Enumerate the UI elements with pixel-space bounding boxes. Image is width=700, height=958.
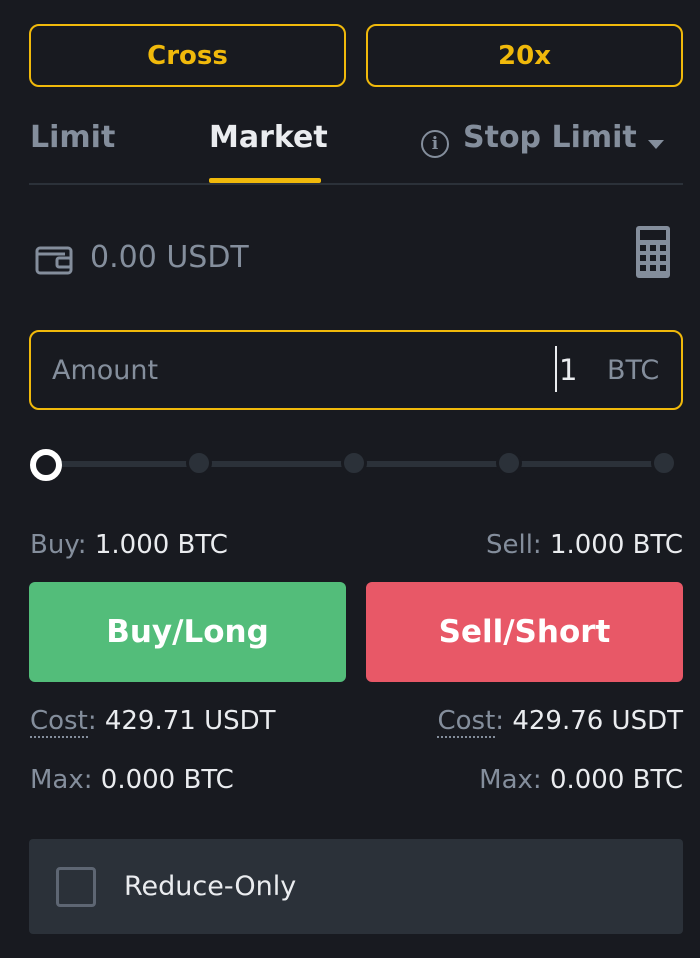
tab-stop-limit[interactable]: Stop Limit xyxy=(463,120,637,155)
calculator-icon[interactable] xyxy=(636,226,670,278)
sell-max-value: 0.000 BTC xyxy=(549,765,683,795)
buy-max-value: 0.000 BTC xyxy=(100,765,234,795)
buy-max-label: Max: xyxy=(30,765,93,795)
sell-cost-value: 429.76 USDT xyxy=(512,706,683,736)
tab-limit[interactable]: Limit xyxy=(30,120,115,155)
wallet-icon xyxy=(35,244,75,276)
sell-short-button[interactable]: Sell/Short xyxy=(366,582,683,682)
tab-limit-label: Limit xyxy=(30,120,116,155)
leverage-label: 20x xyxy=(498,40,551,71)
margin-mode-button[interactable]: Cross xyxy=(29,24,346,87)
buy-max: Max: 0.000 BTC xyxy=(30,765,234,795)
sell-short-label: Sell/Short xyxy=(438,614,611,650)
buy-long-label: Buy/Long xyxy=(106,614,269,650)
text-cursor xyxy=(555,346,557,392)
buy-quantity-value: 1.000 BTC xyxy=(94,530,228,560)
slider-step-50[interactable] xyxy=(341,450,367,476)
buy-cost-label[interactable]: Cost xyxy=(30,706,88,738)
slider-step-100[interactable] xyxy=(651,450,677,476)
buy-cost: Cost: 429.71 USDT xyxy=(30,706,276,738)
tab-market-label: Market xyxy=(209,120,328,155)
sell-quantity-label: Sell: xyxy=(485,530,542,560)
sell-quantity-value: 1.000 BTC xyxy=(549,530,683,560)
amount-unit: BTC xyxy=(607,355,660,386)
chevron-down-icon[interactable] xyxy=(648,140,664,149)
sell-max-label: Max: xyxy=(479,765,542,795)
slider-thumb[interactable] xyxy=(30,449,62,481)
leverage-button[interactable]: 20x xyxy=(366,24,683,87)
sell-cost-label[interactable]: Cost xyxy=(437,706,496,738)
amount-value: 1 xyxy=(559,353,578,387)
buy-quantity-label: Buy: xyxy=(30,530,87,560)
info-icon[interactable]: i xyxy=(421,130,449,158)
buy-quantity: Buy: 1.000 BTC xyxy=(30,530,228,560)
tab-market[interactable]: Market xyxy=(209,120,328,155)
sell-max: Max: 0.000 BTC xyxy=(479,765,683,795)
buy-cost-value: 429.71 USDT xyxy=(104,706,276,736)
slider-step-25[interactable] xyxy=(186,450,212,476)
tab-stop-limit-label: Stop Limit xyxy=(463,120,637,155)
amount-placeholder: Amount xyxy=(52,355,159,386)
slider-step-75[interactable] xyxy=(496,450,522,476)
buy-long-button[interactable]: Buy/Long xyxy=(29,582,346,682)
available-balance: 0.00 USDT xyxy=(90,240,249,275)
sell-cost: Cost: 429.76 USDT xyxy=(437,706,683,738)
sell-quantity: Sell: 1.000 BTC xyxy=(486,530,683,560)
reduce-only-checkbox[interactable] xyxy=(56,867,96,907)
tabs-divider xyxy=(29,183,683,185)
reduce-only-label[interactable]: Reduce-Only xyxy=(124,871,296,902)
margin-mode-label: Cross xyxy=(147,40,228,71)
